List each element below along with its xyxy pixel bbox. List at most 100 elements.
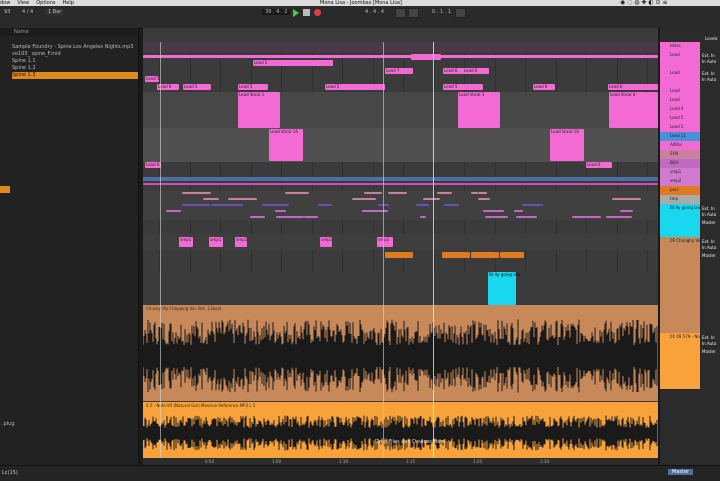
track-header[interactable]: 01 09 579 - Note Ext. In In Auto Master	[660, 333, 720, 390]
track-header[interactable]: Lead	[660, 96, 720, 106]
loop-start-display[interactable]: 4 . 4 . 4	[365, 9, 384, 15]
audio-clip-lead-vocal[interactable]: Lead Vocal 1	[238, 92, 280, 128]
midi-note-clip[interactable]	[166, 210, 181, 212]
track-name[interactable]: perc	[670, 187, 679, 192]
track-header[interactable]: vmp2	[660, 177, 720, 187]
browser-item[interactable]: Spine 1.1	[12, 58, 36, 65]
midi-note-clip[interactable]	[620, 210, 633, 212]
playhead[interactable]	[433, 42, 434, 458]
stop-icon[interactable]	[303, 9, 310, 16]
midi-note-clip[interactable]	[483, 210, 504, 212]
track-header[interactable]: Lead 5	[660, 114, 720, 124]
track-header[interactable]: 09 Chunghy Vol Ext. In In Auto Master	[660, 237, 720, 334]
audio-clip-bt[interactable]: Bt Ay going lalo	[488, 272, 520, 305]
track-header[interactable]: Lead	[660, 87, 720, 97]
midi-note-clip[interactable]	[420, 216, 426, 218]
track-name[interactable]: 09 Chunghy Vol	[670, 238, 701, 243]
clip-perc[interactable]	[500, 252, 524, 258]
input-routing[interactable]: Ext. In	[702, 206, 715, 211]
audio-clip-lead-vocal[interactable]: Lead Vocal 4	[609, 92, 658, 128]
track-name[interactable]: BGV	[670, 160, 679, 165]
midi-note-clip[interactable]	[365, 198, 376, 200]
midi-note-clip[interactable]	[182, 192, 209, 194]
midi-note-clip[interactable]	[228, 198, 257, 200]
midi-note-clip[interactable]	[423, 198, 440, 200]
track-color-strip[interactable]: Bt Ay going lalo	[660, 204, 701, 238]
track-name[interactable]: Lead	[670, 70, 680, 75]
track-header[interactable]: Lead 5	[660, 123, 720, 133]
midi-note-clip[interactable]	[368, 210, 384, 212]
position-display[interactable]: 39 . 4 . 2	[262, 9, 291, 15]
zoom-select[interactable]: 1 Bar	[46, 9, 64, 15]
monitor-setting[interactable]: In Auto	[702, 77, 716, 82]
clip-lead[interactable]: Lead 7	[385, 68, 413, 74]
midi-note-clip[interactable]	[318, 204, 332, 206]
midi-note-clip[interactable]	[276, 216, 304, 218]
track-header[interactable]: BGV	[660, 159, 720, 169]
track-name[interactable]: Lead	[670, 97, 680, 102]
track-color-strip[interactable]: 09 Chunghy Vol	[660, 237, 701, 334]
arrangement-view[interactable]: Lead 7 Lead 6 Lead 5 Lead 6 Lead 5 Lead …	[143, 28, 658, 465]
track-name[interactable]: Ideas	[670, 43, 681, 48]
clip-lead[interactable]: Lead 6	[608, 84, 658, 90]
track-name[interactable]: Bt Ay going lalo	[670, 205, 701, 210]
clip-lead[interactable]: Lead 5	[325, 84, 385, 90]
midi-note-clip[interactable]	[478, 192, 487, 194]
midi-note-clip[interactable]	[478, 198, 490, 200]
track-header[interactable]: SYN	[660, 150, 720, 160]
clip-lead[interactable]: Lead 6	[533, 84, 555, 90]
pink-clip-strip[interactable]	[143, 55, 658, 58]
midi-map-icon[interactable]	[455, 8, 466, 18]
record-icon[interactable]	[314, 9, 321, 16]
midi-note-clip[interactable]	[471, 192, 478, 194]
browser-item[interactable]: Spine 1.2	[12, 65, 36, 72]
track-name[interactable]: Adlibs	[670, 142, 682, 147]
midi-note-clip[interactable]	[364, 192, 382, 194]
track-name[interactable]: Lead 5	[670, 115, 683, 120]
clip-lead[interactable]: Lead 6	[586, 162, 612, 168]
track-name[interactable]: Lead 11	[670, 133, 686, 138]
clip-vmp[interactable]: vmp1	[209, 237, 223, 247]
midi-note-clip[interactable]	[516, 216, 537, 218]
output-routing[interactable]: Master	[702, 349, 716, 354]
track-header[interactable]: Lead 4	[660, 105, 720, 115]
clip-perc[interactable]	[385, 252, 413, 258]
track-name[interactable]: tmp	[670, 196, 678, 201]
track-header[interactable]: Ideas	[660, 42, 720, 52]
midi-note-clip[interactable]	[182, 204, 210, 206]
loop-icon[interactable]	[395, 8, 406, 18]
clip-perc[interactable]	[471, 252, 499, 258]
track-lane-ideas[interactable]	[143, 42, 658, 52]
input-routing[interactable]: Ext. In	[702, 335, 715, 340]
clip-vmp[interactable]: vmp1	[235, 237, 247, 247]
midi-note-clip[interactable]	[522, 204, 543, 206]
midi-note-clip[interactable]	[285, 192, 309, 194]
track-lane-bt[interactable]	[143, 272, 658, 305]
track-lane-lead-11[interactable]	[143, 177, 658, 181]
midi-note-clip[interactable]	[203, 198, 219, 200]
track-header[interactable]: vmp1	[660, 168, 720, 178]
track-header[interactable]: tmp	[660, 195, 720, 205]
track-color-strip[interactable]: Lead	[660, 51, 700, 70]
clip-lead[interactable]: Lead 6	[145, 162, 161, 168]
master-track-label[interactable]: Master	[668, 469, 694, 475]
midi-note-clip[interactable]	[620, 198, 630, 200]
track-lane-lead-vocal[interactable]	[143, 92, 658, 128]
browser-item[interactable]: Sample Foundry - Spine Los Angeles Night…	[12, 44, 133, 51]
browser-item-selected[interactable]: Spine 1.3	[12, 72, 138, 79]
track-color-strip[interactable]: Lead	[660, 69, 700, 88]
track-name[interactable]: vmp2	[670, 178, 681, 183]
clip-lead[interactable]: Lead 5	[253, 60, 333, 66]
clip-vmp[interactable]: vmp1	[179, 237, 193, 247]
track-name[interactable]: Lead 4	[670, 106, 683, 111]
midi-note-clip[interactable]	[444, 204, 459, 206]
track-header[interactable]: Adlibs	[660, 141, 720, 151]
clip-lead[interactable]: Lead 6	[463, 68, 489, 74]
track-header[interactable]: Lead Ext. In In Auto	[660, 51, 720, 70]
midi-note-clip[interactable]	[572, 216, 601, 218]
punch-in-icon[interactable]	[408, 8, 419, 18]
clip-lead[interactable]: Lead 5	[443, 84, 483, 90]
midi-note-clip[interactable]	[392, 192, 403, 194]
clip-lead[interactable]: Lead 5	[238, 84, 268, 90]
track-header[interactable]: perc	[660, 186, 720, 196]
